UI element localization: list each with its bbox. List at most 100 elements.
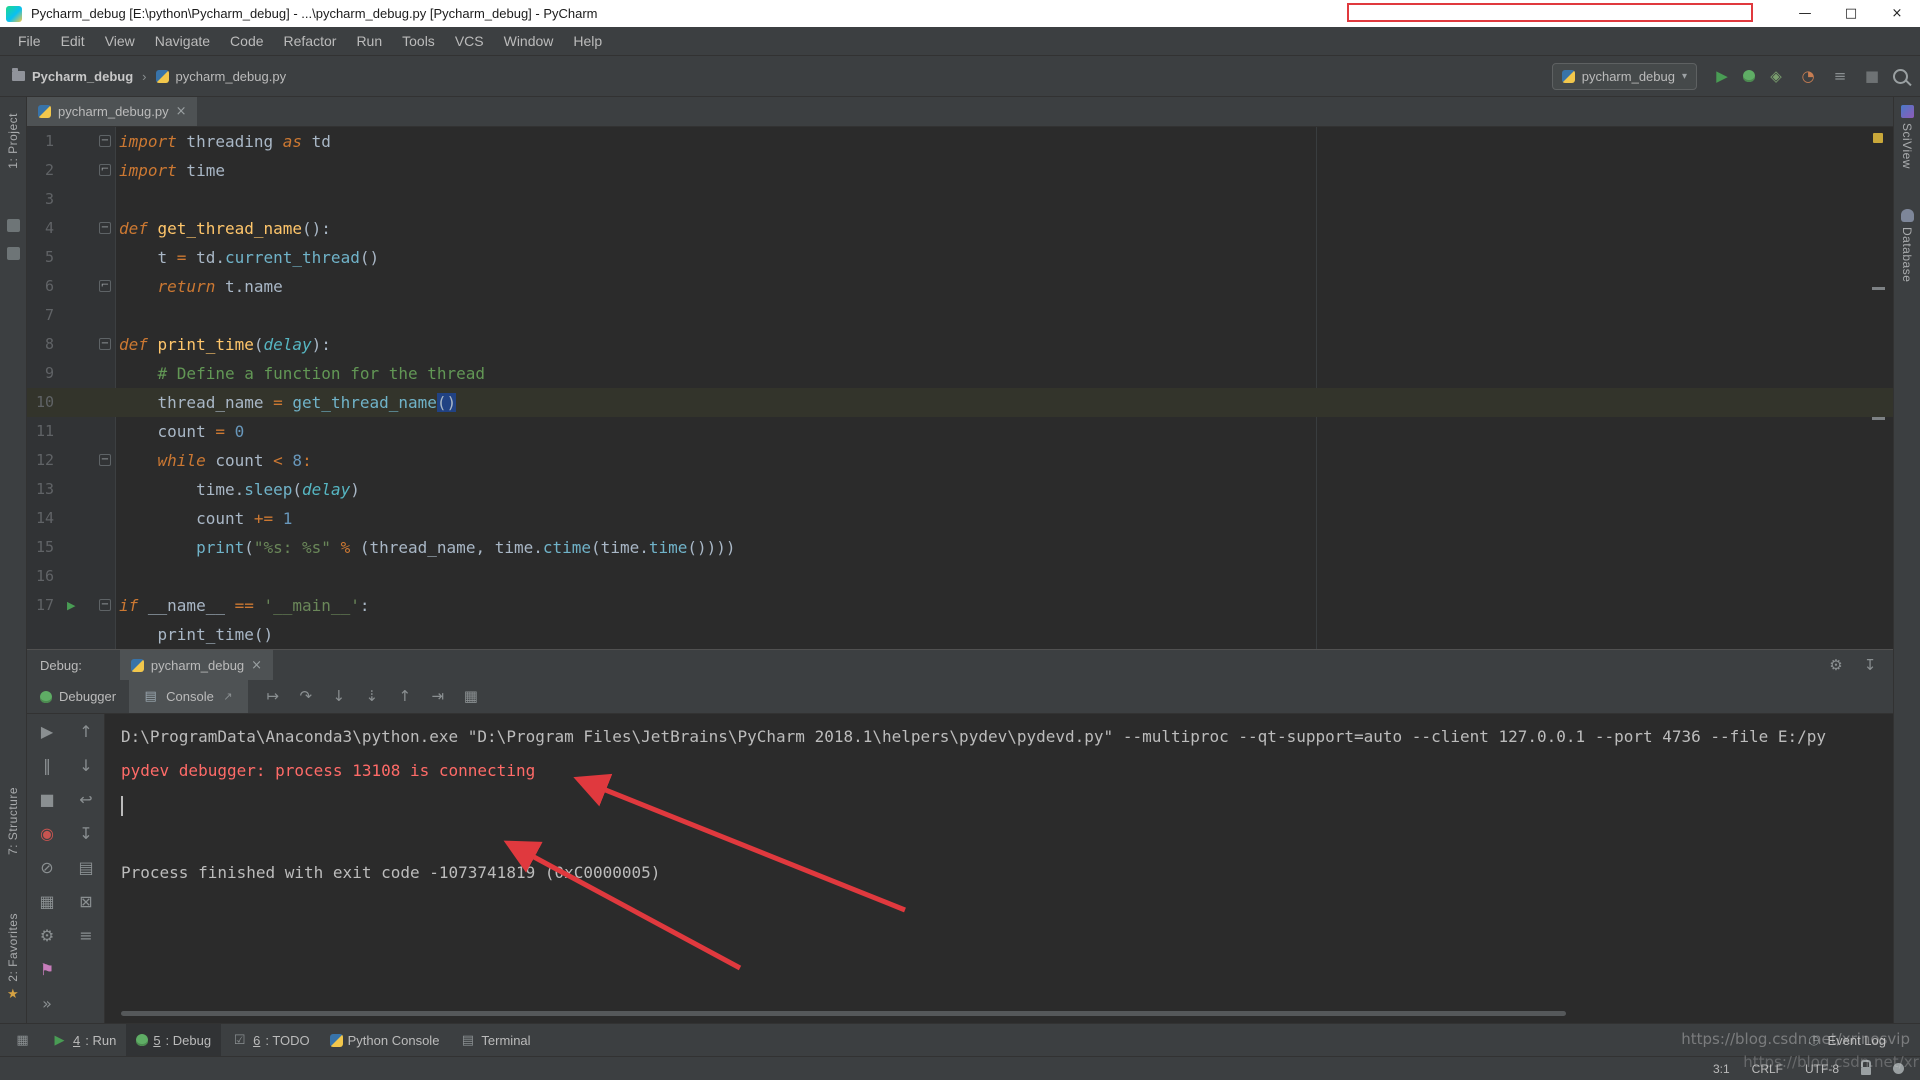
code-line[interactable]: 12 − while count < 8:	[27, 446, 1893, 475]
left-strip-icon[interactable]	[7, 219, 20, 232]
show-execution-point-icon[interactable]: ↦	[262, 686, 284, 708]
soft-wrap-icon[interactable]: ↩	[74, 788, 98, 812]
menu-item-vcs[interactable]: VCS	[445, 33, 494, 49]
stop-icon[interactable]: ■	[1861, 65, 1883, 87]
menu-item-view[interactable]: View	[95, 33, 145, 49]
code-line[interactable]: 7	[27, 301, 1893, 330]
editor[interactable]: 1− import threading as td 2 ⌐ import time 3 4−…	[27, 127, 1893, 649]
debug-tab-debugger[interactable]: Debugger	[27, 680, 129, 713]
run-icon[interactable]: ▶	[1711, 65, 1733, 87]
step-into-icon[interactable]: ↓	[328, 686, 350, 708]
hide-panel-icon[interactable]: ↧	[1859, 654, 1881, 676]
tool-strip-database[interactable]: Database	[1900, 227, 1914, 282]
code-line[interactable]: 8− def print_time(delay):	[27, 330, 1893, 359]
tool-strip-structure[interactable]: 7: Structure	[6, 787, 20, 855]
code-line[interactable]: 17 ▶ − if __name__ == '__main__':	[27, 591, 1893, 620]
pin-icon[interactable]: ⚑	[35, 958, 59, 982]
code-line[interactable]: 4− def get_thread_name():	[27, 214, 1893, 243]
step-over-icon[interactable]: ↷	[295, 686, 317, 708]
up-stack-icon[interactable]: ↑	[74, 720, 98, 744]
debug-tab-console[interactable]: ▤ Console ↗	[129, 680, 248, 713]
menu-item-help[interactable]: Help	[563, 33, 612, 49]
code-line[interactable]: 6 ⌐ return t.name	[27, 272, 1893, 301]
tool-button-python-console[interactable]: Python Console	[320, 1024, 450, 1056]
menu-item-code[interactable]: Code	[220, 33, 273, 49]
close-button[interactable]: ×	[1874, 0, 1920, 27]
tool-button-tool-windows[interactable]: ▦	[4, 1024, 41, 1056]
menu-item-run[interactable]: Run	[346, 33, 392, 49]
code-line[interactable]: 14 count += 1	[27, 504, 1893, 533]
step-out-icon[interactable]: ↑	[394, 686, 416, 708]
run-with-console-icon[interactable]: ≡	[1829, 65, 1851, 87]
minimize-button[interactable]: —	[1782, 0, 1828, 27]
profiler-icon[interactable]: ◔	[1797, 65, 1819, 87]
tool-strip-favorites[interactable]: 2: Favorites	[6, 913, 20, 982]
sciview-icon[interactable]	[1901, 105, 1914, 118]
restore-layout-icon[interactable]: ▦	[35, 890, 59, 914]
tool-button-terminal[interactable]: ▤ Terminal	[449, 1024, 540, 1056]
run-to-cursor-icon[interactable]: ⇥	[427, 686, 449, 708]
fold-icon[interactable]: −	[99, 222, 111, 234]
run-configuration-select[interactable]: pycharm_debug ▾	[1551, 62, 1697, 90]
menu-item-file[interactable]: File	[8, 33, 51, 49]
down-stack-icon[interactable]: ↓	[74, 754, 98, 778]
menu-item-window[interactable]: Window	[494, 33, 564, 49]
debug-session-tab[interactable]: pycharm_debug ×	[119, 650, 274, 680]
resume-icon[interactable]: ▶	[35, 720, 59, 744]
menu-item-tools[interactable]: Tools	[392, 33, 445, 49]
settings-icon[interactable]: ⚙	[35, 924, 59, 948]
fold-icon[interactable]: −	[99, 454, 111, 466]
view-breakpoints-icon[interactable]: ◉	[35, 822, 59, 846]
breadcrumb-file[interactable]: pycharm_debug.py	[176, 69, 287, 84]
error-stripe-mark[interactable]	[1872, 417, 1885, 420]
clear-all-icon[interactable]: ⊠	[74, 890, 98, 914]
maximize-button[interactable]: □	[1828, 0, 1874, 27]
editor-tab[interactable]: pycharm_debug.py ×	[27, 97, 198, 126]
tool-strip-sciview[interactable]: SciView	[1900, 123, 1914, 169]
close-icon[interactable]: ×	[176, 104, 187, 119]
evaluate-expression-icon[interactable]: ▦	[460, 686, 482, 708]
print-icon[interactable]: ▤	[74, 856, 98, 880]
horizontal-scrollbar[interactable]	[121, 1011, 1566, 1016]
breadcrumb-project[interactable]: Pycharm_debug	[32, 69, 133, 84]
console-output-arrow-icon[interactable]: ↗	[221, 690, 235, 704]
fold-icon[interactable]: −	[99, 338, 111, 350]
debug-console[interactable]: D:\ProgramData\Anaconda3\python.exe "D:\…	[105, 714, 1893, 1023]
fold-icon[interactable]: −	[99, 135, 111, 147]
code-line[interactable]: 16	[27, 562, 1893, 591]
code-line[interactable]: 10 thread_name = get_thread_name()	[27, 388, 1893, 417]
menu-item-edit[interactable]: Edit	[51, 33, 95, 49]
code-line[interactable]: 5 t = td.current_thread()	[27, 243, 1893, 272]
tool-button-todo[interactable]: ☑ 6: TODO	[221, 1024, 320, 1056]
fold-icon[interactable]: ⌐	[99, 280, 111, 292]
debug-icon[interactable]	[1743, 70, 1755, 82]
code-line[interactable]: 13 time.sleep(delay)	[27, 475, 1893, 504]
code-line[interactable]: 15 print("%s: %s" % (thread_name, time.c…	[27, 533, 1893, 562]
settings-gear-icon[interactable]: ⚙	[1825, 654, 1847, 676]
code-line[interactable]: print_time()	[27, 620, 1893, 649]
code-line[interactable]: 1− import threading as td	[27, 127, 1893, 156]
more-icon[interactable]: »	[35, 992, 59, 1016]
search-everywhere-icon[interactable]	[1893, 68, 1908, 84]
run-line-icon[interactable]: ▶	[67, 591, 75, 620]
menu-item-refactor[interactable]: Refactor	[274, 33, 347, 49]
database-icon[interactable]	[1901, 209, 1914, 222]
console-history-icon[interactable]: ≡	[74, 924, 98, 948]
fold-icon[interactable]: ⌐	[99, 164, 111, 176]
tool-button-debug[interactable]: 5: Debug	[126, 1024, 222, 1056]
fold-icon[interactable]: −	[99, 599, 111, 611]
tool-button-run[interactable]: ▶ 4: Run	[41, 1024, 126, 1056]
code-line[interactable]: 9 # Define a function for the thread	[27, 359, 1893, 388]
code-line[interactable]: 11 count = 0	[27, 417, 1893, 446]
tool-strip-project[interactable]: 1: Project	[6, 113, 20, 169]
caret-position[interactable]: 3:1	[1713, 1062, 1730, 1076]
stop-icon[interactable]: ■	[35, 788, 59, 812]
scroll-to-end-icon[interactable]: ↧	[74, 822, 98, 846]
menu-item-navigate[interactable]: Navigate	[145, 33, 220, 49]
pause-icon[interactable]: ‖	[35, 754, 59, 778]
code-line[interactable]: 2 ⌐ import time	[27, 156, 1893, 185]
inspection-status-icon[interactable]	[1873, 133, 1883, 143]
error-stripe-mark[interactable]	[1872, 287, 1885, 290]
coverage-icon[interactable]: ◈	[1765, 65, 1787, 87]
step-into-my-code-icon[interactable]: ⇣	[361, 686, 383, 708]
